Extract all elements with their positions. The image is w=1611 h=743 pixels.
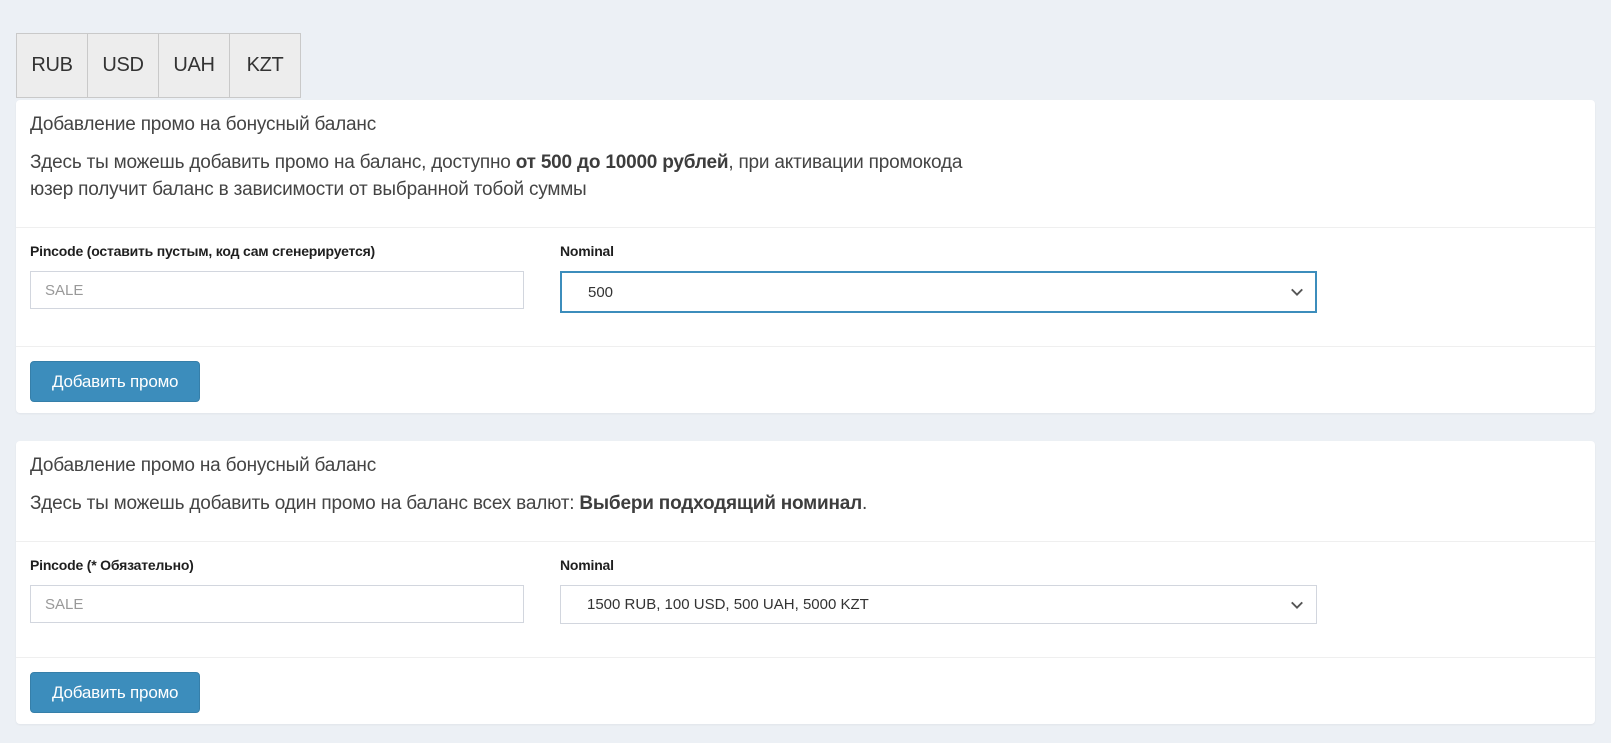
description-bold-text: Выбери подходящий номинал <box>579 493 863 514</box>
pincode-input[interactable] <box>30 271 524 309</box>
panel-description: Здесь ты можешь добавить промо на баланс… <box>30 149 1580 203</box>
nominal-select[interactable]: 500 <box>560 271 1317 313</box>
description-bold-text: от 500 до 10000 рублей <box>515 152 729 173</box>
nominal-select-wrap: 500 <box>560 271 1317 313</box>
pincode-label: Pincode (* Обязательно) <box>30 557 194 573</box>
pincode-label: Pincode (оставить пустым, код сам сгенер… <box>30 243 376 259</box>
tab-rub[interactable]: RUB <box>16 33 88 98</box>
promo-panel-all-currencies: Добавление промо на бонусный баланс Здес… <box>16 441 1595 724</box>
panel-footer: Добавить промо <box>16 347 1595 413</box>
nominal-label: Nominal <box>560 243 614 259</box>
nominal-field-group: Nominal 1500 RUB, 100 USD, 500 UAH, 5000… <box>560 557 1317 624</box>
description-text: Здесь ты можешь добавить один промо на б… <box>30 493 580 514</box>
pincode-field-group: Pincode (* Обязательно) <box>30 557 524 624</box>
description-text: , при активации промокода <box>728 152 963 173</box>
description-text: Здесь ты можешь добавить промо на баланс… <box>30 152 516 173</box>
add-promo-button[interactable]: Добавить промо <box>30 672 201 713</box>
panel-intro: Добавление промо на бонусный баланс Здес… <box>16 100 1595 228</box>
description-text: . <box>862 493 868 514</box>
nominal-label: Nominal <box>560 557 614 573</box>
nominal-field-group: Nominal 500 <box>560 243 1317 313</box>
panel-footer: Добавить промо <box>16 658 1595 724</box>
tab-usd[interactable]: USD <box>87 33 159 98</box>
pincode-field-group: Pincode (оставить пустым, код сам сгенер… <box>30 243 524 313</box>
panel-intro: Добавление промо на бонусный баланс Здес… <box>16 441 1595 542</box>
nominal-select[interactable]: 1500 RUB, 100 USD, 500 UAH, 5000 KZT <box>560 585 1317 624</box>
pincode-input[interactable] <box>30 585 524 623</box>
nominal-select-wrap: 1500 RUB, 100 USD, 500 UAH, 5000 KZT <box>560 585 1317 624</box>
add-promo-button[interactable]: Добавить промо <box>30 361 201 402</box>
description-text: юзер получит баланс в зависимости от выб… <box>30 179 587 200</box>
panel-title: Добавление промо на бонусный баланс <box>30 455 377 476</box>
tab-uah[interactable]: UAH <box>158 33 230 98</box>
promo-panel-currency: Добавление промо на бонусный баланс Здес… <box>16 100 1595 413</box>
panel-title: Добавление промо на бонусный баланс <box>30 114 377 135</box>
promo-form: Pincode (* Обязательно) Nominal 1500 RUB… <box>16 542 1595 658</box>
promo-admin-page: RUB USD UAH KZT Добавление промо на бону… <box>0 0 1611 743</box>
currency-tab-bar: RUB USD UAH KZT <box>16 0 1595 98</box>
promo-form: Pincode (оставить пустым, код сам сгенер… <box>16 228 1595 347</box>
panel-description: Здесь ты можешь добавить один промо на б… <box>30 490 1580 517</box>
tab-kzt[interactable]: KZT <box>229 33 301 98</box>
